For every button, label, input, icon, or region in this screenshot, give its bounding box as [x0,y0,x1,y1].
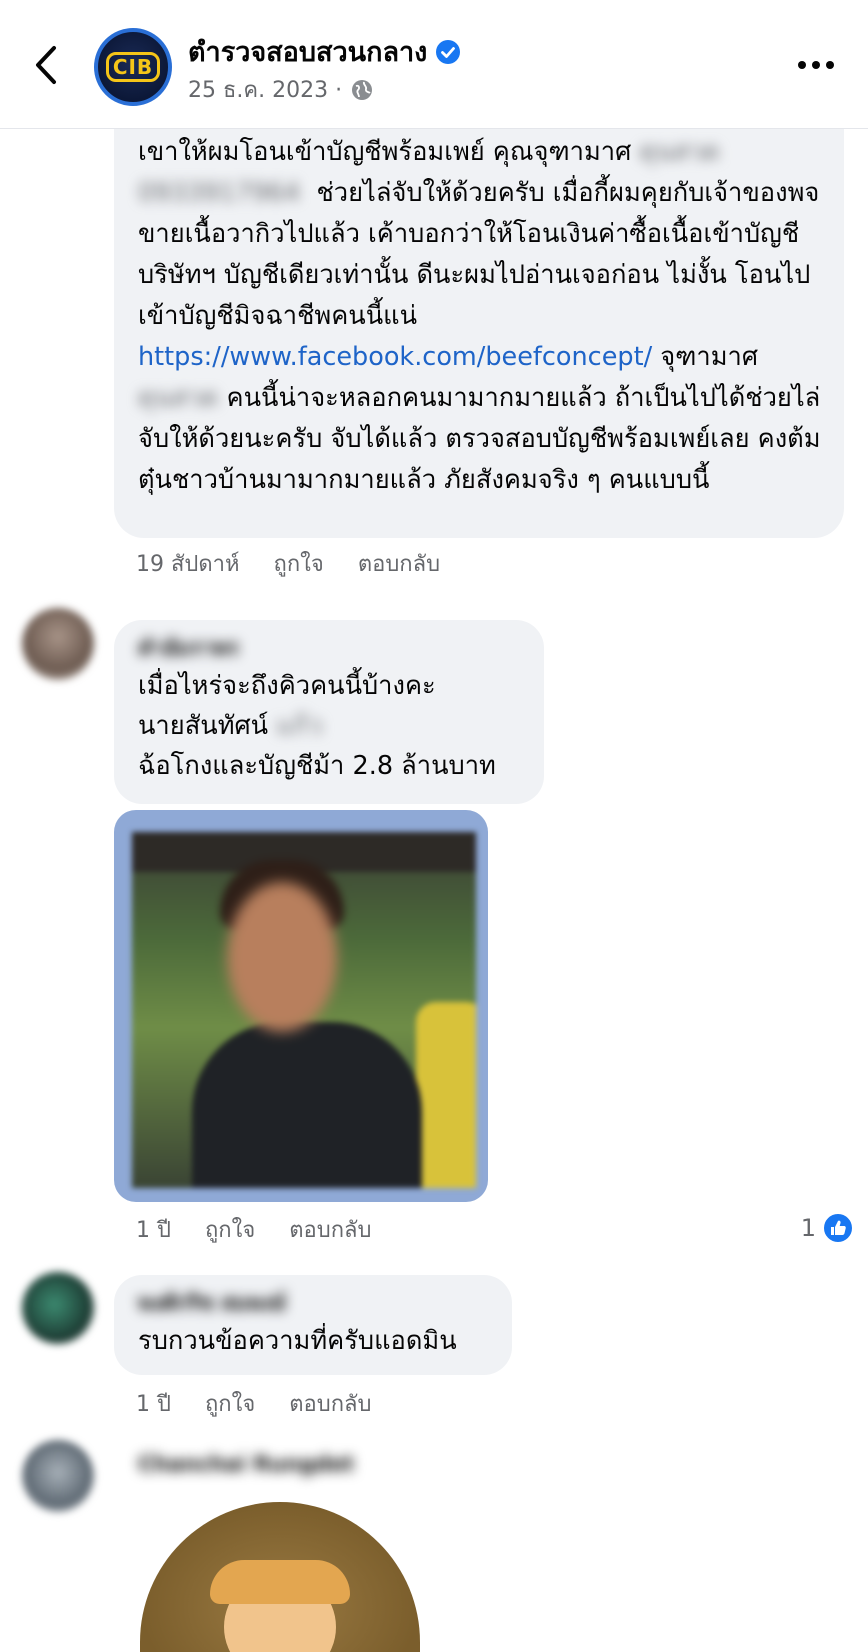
commenter-avatar[interactable] [22,608,94,680]
comment-bubble-2: คำอัมราพร เมื่อไหร่จะถึงคิวคนนี้บ้างคะ น… [114,620,544,804]
sticker-image[interactable] [140,1502,420,1652]
comment-line: ฉ้อโกงและบัญชีม้า 2.8 ล้านบาท [138,751,496,781]
comment-text-segment: คนนี้น่าจะหลอกคนมามากมายแล้ว ถ้าเป็นไปได… [138,383,821,495]
reply-button[interactable]: ตอบกลับ [289,1212,371,1247]
like-button[interactable]: ถูกใจ [205,1386,255,1421]
comment-text-segment: เขาให้ผมโอนเข้าบัญชีพร้อมเพย์ คุณจุฑามาศ [138,137,640,167]
blurred-name: แก้ว [276,711,323,741]
comment-line: เมื่อไหร่จะถึงคิวคนนี้บ้างคะ [138,671,436,701]
verified-badge-icon [436,39,461,64]
more-dots-icon [798,61,834,69]
comment-photo[interactable] [114,810,488,1202]
like-button[interactable]: ถูกใจ [205,1212,255,1247]
comment-text: เมื่อไหร่จะถึงคิวคนนี้บ้างคะ นายสันทัศน์… [138,666,524,786]
commenter-avatar[interactable] [22,1440,94,1512]
cib-logo: CIB [105,52,161,82]
reply-button[interactable]: ตอบกลับ [289,1386,371,1421]
thumbs-up-icon [822,1212,854,1244]
reply-button[interactable]: ตอบกลับ [358,546,440,581]
comment-text: รบกวนข้อความที่ครับแอดมิน [138,1326,457,1356]
comment-time: 19 สัปดาห์ [136,552,240,577]
post-header: CIB ตำรวจสอบสวนกลาง 25 ธ.ค. 2023 · [0,0,868,129]
globe-icon [352,79,373,100]
comment-text-segment: จุฑามาศ [652,342,767,372]
comment-text: เขาให้ผมโอนเข้าบัญชีพร้อมเพย์ คุณจุฑามาศ… [138,132,824,501]
comment-author[interactable]: Chanchai Rungdet [138,1452,354,1476]
reaction-count[interactable]: 1 [801,1212,854,1244]
post-meta: 25 ธ.ค. 2023 · [188,72,374,107]
blurred-text: ดุนสวด [639,137,720,167]
reaction-number: 1 [800,1214,816,1242]
commenter-avatar[interactable] [22,1272,94,1344]
comment-time: 1 ปี [136,1218,171,1243]
comment-link[interactable]: https://www.facebook.com/beefconcept/ [138,342,652,372]
chevron-left-icon [36,46,56,84]
comment-line: นายสันทัศน์ [138,711,269,741]
page-name[interactable]: ตำรวจสอบสวนกลาง [188,30,461,73]
back-button[interactable] [28,42,68,88]
more-options-button[interactable] [794,50,838,80]
comment-time: 1 ปี [136,1392,171,1417]
comment-author[interactable]: คำอัมราพร [138,632,524,660]
page-avatar[interactable]: CIB [94,28,172,106]
comment-meta-2: 1 ปี ถูกใจ ตอบกลับ [136,1212,371,1247]
blurred-text: ดุนสวด [138,383,219,413]
comment-bubble-3: พงศ์กริช สมพงษ์ รบกวนข้อความที่ครับแอดมิ… [114,1275,512,1375]
comment-author[interactable]: พงศ์กริช สมพงษ์ [138,1287,492,1315]
blurred-person-image [132,832,476,1188]
comment-meta-3: 1 ปี ถูกใจ ตอบกลับ [136,1386,371,1421]
comment-meta-1: 19 สัปดาห์ ถูกใจ ตอบกลับ [136,546,440,581]
post-date: 25 ธ.ค. 2023 · [188,78,343,103]
blurred-text: 0933917964 [138,178,301,208]
page-name-text: ตำรวจสอบสวนกลาง [188,37,428,68]
like-button[interactable]: ถูกใจ [274,546,324,581]
comment-bubble-1: เขาให้ผมโอนเข้าบัญชีพร้อมเพย์ คุณจุฑามาศ… [114,100,844,538]
